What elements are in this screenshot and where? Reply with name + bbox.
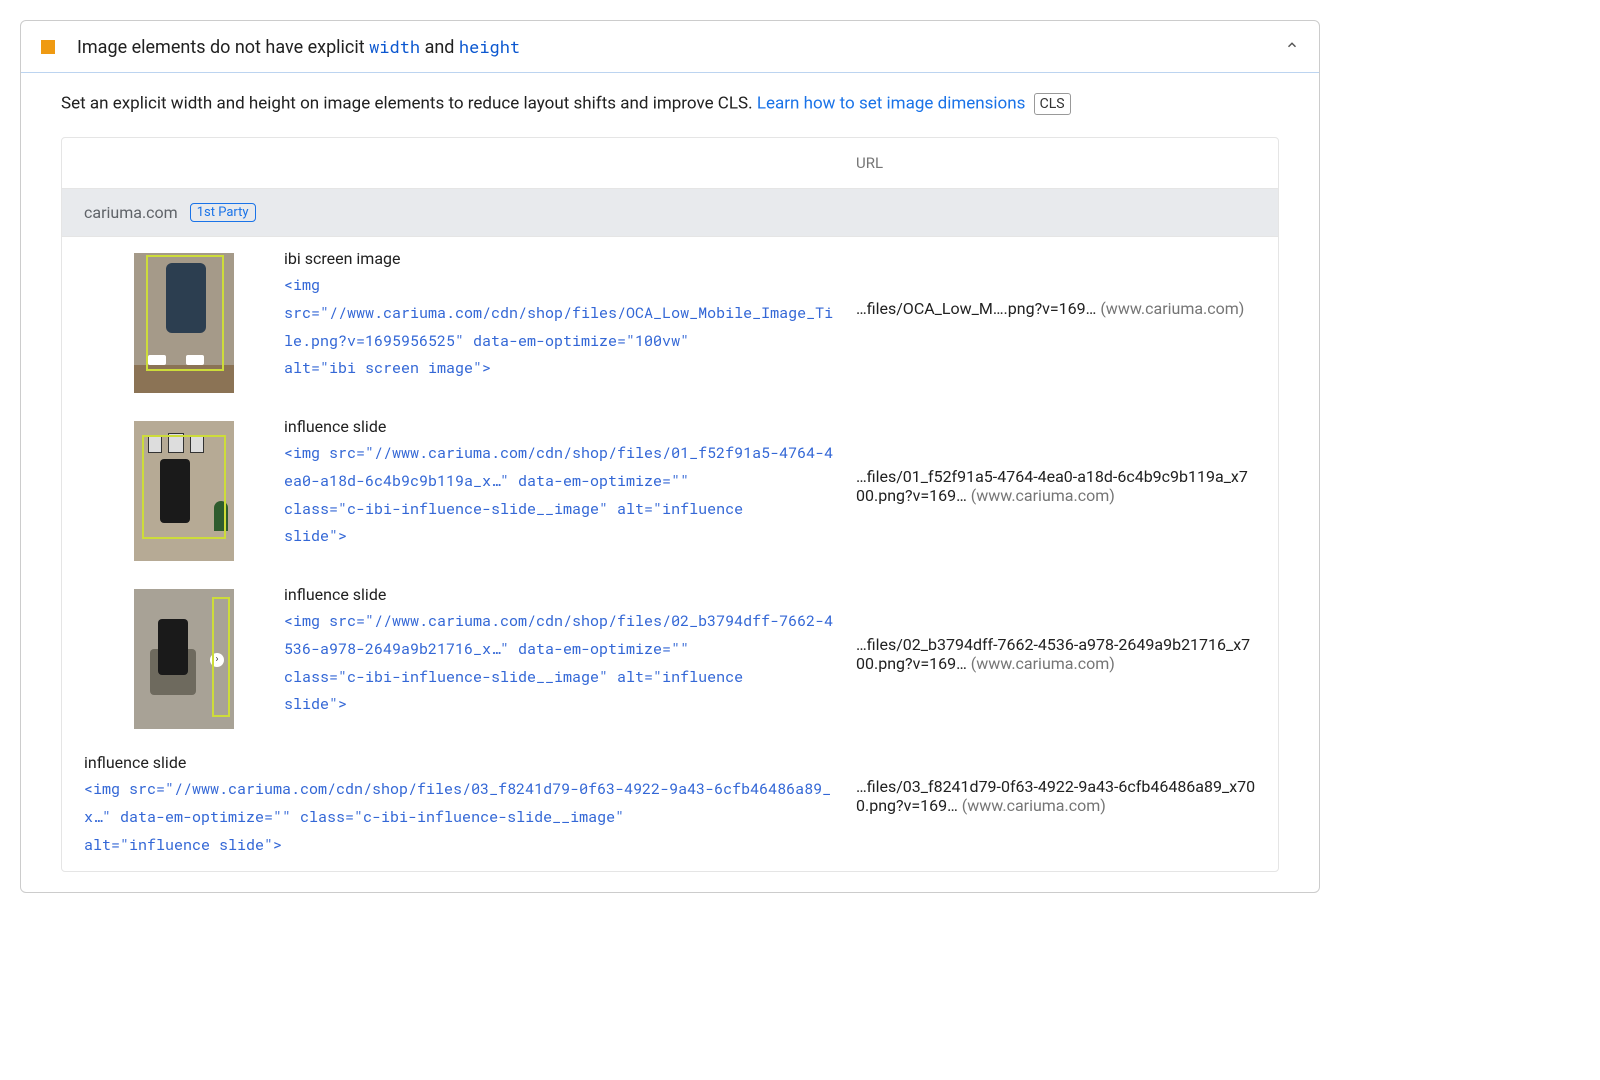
node-cell: influence slide <img src="//www.cariuma.… bbox=[284, 417, 856, 551]
node-thumbnail bbox=[134, 421, 234, 561]
code-height: height bbox=[459, 35, 520, 58]
audit-title: Image elements do not have explicit widt… bbox=[77, 35, 1285, 58]
table-header: URL bbox=[62, 138, 1278, 189]
code-width: width bbox=[369, 35, 420, 58]
thumbnail-cell bbox=[84, 249, 284, 393]
audit-header[interactable]: Image elements do not have explicit widt… bbox=[21, 21, 1319, 72]
thumbnail-cell: › bbox=[84, 585, 284, 729]
url-cell: …files/02_b3794dff-7662-4536-a978-2649a9… bbox=[856, 585, 1256, 673]
node-cell: ibi screen image <img src="//www.cariuma… bbox=[284, 249, 856, 383]
node-snippet[interactable]: <img src="//www.cariuma.com/cdn/shop/fil… bbox=[284, 440, 836, 551]
node-snippet[interactable]: <img src="//www.cariuma.com/cdn/shop/fil… bbox=[84, 776, 836, 859]
results-table: URL cariuma.com 1st Party bbox=[61, 137, 1279, 872]
learn-more-link[interactable]: Learn how to set image dimensions bbox=[757, 93, 1026, 113]
thumbnail-cell bbox=[84, 417, 284, 561]
url-cell: …files/03_f8241d79-0f63-4922-9a43-6cfb46… bbox=[856, 753, 1256, 815]
audit-body: Set an explicit width and height on imag… bbox=[21, 73, 1319, 892]
node-snippet[interactable]: <img src="//www.cariuma.com/cdn/shop/fil… bbox=[284, 608, 836, 719]
url-origin: (www.cariuma.com) bbox=[1100, 299, 1244, 318]
highlight-overlay bbox=[212, 597, 230, 717]
table-row: influence slide <img src="//www.cariuma.… bbox=[62, 741, 1278, 871]
table-row: ibi screen image <img src="//www.cariuma… bbox=[62, 237, 1278, 405]
host-name: cariuma.com bbox=[84, 203, 178, 222]
description-text: Set an explicit width and height on imag… bbox=[61, 93, 757, 113]
node-cell: influence slide <img src="//www.cariuma.… bbox=[84, 753, 856, 859]
table-row: influence slide <img src="//www.cariuma.… bbox=[62, 405, 1278, 573]
node-label: influence slide bbox=[284, 585, 836, 604]
node-label: ibi screen image bbox=[284, 249, 836, 268]
audit-panel: Image elements do not have explicit widt… bbox=[20, 20, 1320, 893]
status-icon bbox=[41, 40, 55, 54]
host-group-row: cariuma.com 1st Party bbox=[62, 189, 1278, 237]
audit-title-mid: and bbox=[420, 37, 459, 58]
url-origin: (www.cariuma.com) bbox=[971, 654, 1115, 673]
node-thumbnail: › bbox=[134, 589, 234, 729]
url-origin: (www.cariuma.com) bbox=[971, 486, 1115, 505]
node-cell: influence slide <img src="//www.cariuma.… bbox=[284, 585, 856, 719]
node-thumbnail bbox=[134, 253, 234, 393]
node-snippet[interactable]: <img src="//www.cariuma.com/cdn/shop/fil… bbox=[284, 272, 836, 383]
audit-title-text: Image elements do not have explicit bbox=[77, 37, 369, 58]
highlight-overlay bbox=[142, 435, 226, 539]
audit-description: Set an explicit width and height on imag… bbox=[61, 93, 1279, 115]
highlight-overlay bbox=[146, 255, 224, 371]
url-origin: (www.cariuma.com) bbox=[962, 796, 1106, 815]
first-party-badge: 1st Party bbox=[190, 203, 256, 222]
node-label: influence slide bbox=[84, 753, 836, 772]
url-text[interactable]: …files/OCA_Low_M….png?v=169… bbox=[856, 299, 1096, 318]
url-cell: …files/01_f52f91a5-4764-4ea0-a18d-6c4b9c… bbox=[856, 417, 1256, 505]
table-row: › influence slide <img src="//www.carium… bbox=[62, 573, 1278, 741]
url-cell: …files/OCA_Low_M….png?v=169… (www.carium… bbox=[856, 249, 1256, 318]
chevron-up-icon[interactable] bbox=[1285, 38, 1299, 56]
cls-badge: CLS bbox=[1034, 93, 1071, 115]
column-header-url: URL bbox=[856, 154, 1256, 172]
node-label: influence slide bbox=[284, 417, 836, 436]
